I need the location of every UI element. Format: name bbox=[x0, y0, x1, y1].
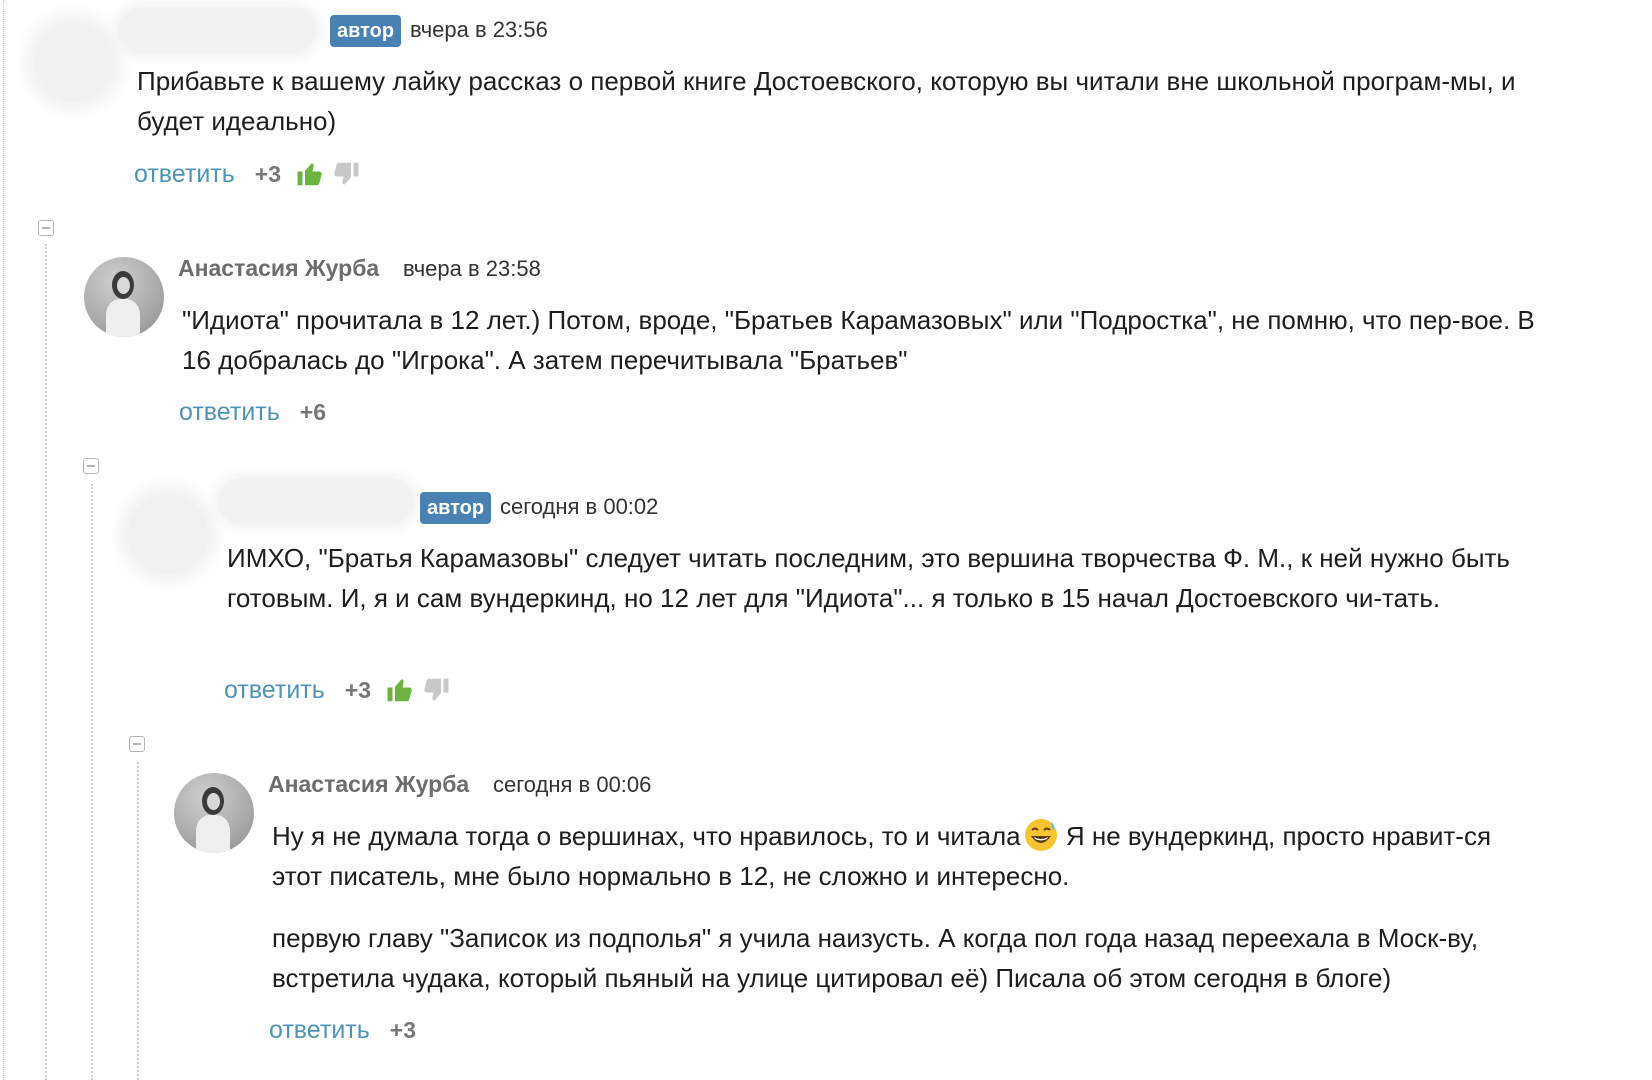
comment-time[interactable]: сегодня в 00:02 bbox=[500, 494, 658, 520]
comment-score: +3 bbox=[254, 160, 282, 187]
author-name-blurred bbox=[118, 7, 316, 53]
thread-line-level-3 bbox=[137, 762, 139, 1080]
avatar[interactable] bbox=[128, 494, 208, 574]
comment-score: +3 bbox=[389, 1016, 417, 1043]
thread-line-level-1 bbox=[45, 244, 47, 1080]
comment-time[interactable]: сегодня в 00:06 bbox=[493, 772, 651, 798]
avatar[interactable] bbox=[84, 257, 164, 337]
comment-text: Ну я не думала тогда о вершинах, что нра… bbox=[272, 816, 1537, 896]
reply-link[interactable]: ответить bbox=[269, 1016, 370, 1045]
comment-time[interactable]: вчера в 23:58 bbox=[403, 256, 541, 282]
comment-text: Прибавьте к вашему лайку рассказ о перво… bbox=[137, 66, 1516, 136]
thumbs-up-icon[interactable] bbox=[385, 675, 415, 705]
comment-actions: ответить +3 bbox=[269, 1012, 416, 1048]
comment-actions: ответить +6 bbox=[179, 394, 326, 430]
comment-score: +6 bbox=[299, 398, 327, 425]
author-name-blurred bbox=[218, 478, 414, 524]
thumbs-down-icon[interactable] bbox=[421, 675, 451, 705]
thread-line-level-2 bbox=[91, 484, 93, 1080]
comment-text: ИМХО, "Братья Карамазовы" следует читать… bbox=[227, 543, 1510, 613]
author-name[interactable]: Анастасия Журба bbox=[268, 771, 469, 798]
author-badge: автор bbox=[420, 492, 492, 524]
comment-time[interactable]: вчера в 23:56 bbox=[410, 17, 548, 43]
comment-text: "Идиота" прочитала в 12 лет.) Потом, вро… bbox=[182, 305, 1535, 375]
comment-text-part: Ну я не думала тогда о вершинах, что нра… bbox=[272, 821, 1021, 851]
author-name[interactable]: Анастасия Журба bbox=[178, 255, 379, 282]
collapse-thread-button[interactable] bbox=[129, 736, 145, 752]
reply-link[interactable]: ответить bbox=[134, 160, 235, 189]
sweat-smile-emoji-icon bbox=[1023, 817, 1059, 853]
reply-link[interactable]: ответить bbox=[224, 676, 325, 705]
collapse-thread-button[interactable] bbox=[38, 220, 54, 236]
thumbs-down-icon[interactable] bbox=[331, 159, 361, 189]
comment-actions: ответить +3 bbox=[224, 672, 451, 708]
author-badge: автор bbox=[330, 15, 402, 47]
comment-text-paragraph-2: первую главу "Записок из подполья" я учи… bbox=[272, 923, 1479, 993]
page-left-border bbox=[3, 0, 4, 1080]
thumbs-up-icon[interactable] bbox=[295, 159, 325, 189]
avatar[interactable] bbox=[34, 22, 114, 102]
collapse-thread-button[interactable] bbox=[83, 458, 99, 474]
reply-link[interactable]: ответить bbox=[179, 398, 280, 427]
comment-actions: ответить +3 bbox=[134, 156, 361, 192]
comment-score: +3 bbox=[344, 676, 372, 703]
avatar[interactable] bbox=[174, 773, 254, 853]
